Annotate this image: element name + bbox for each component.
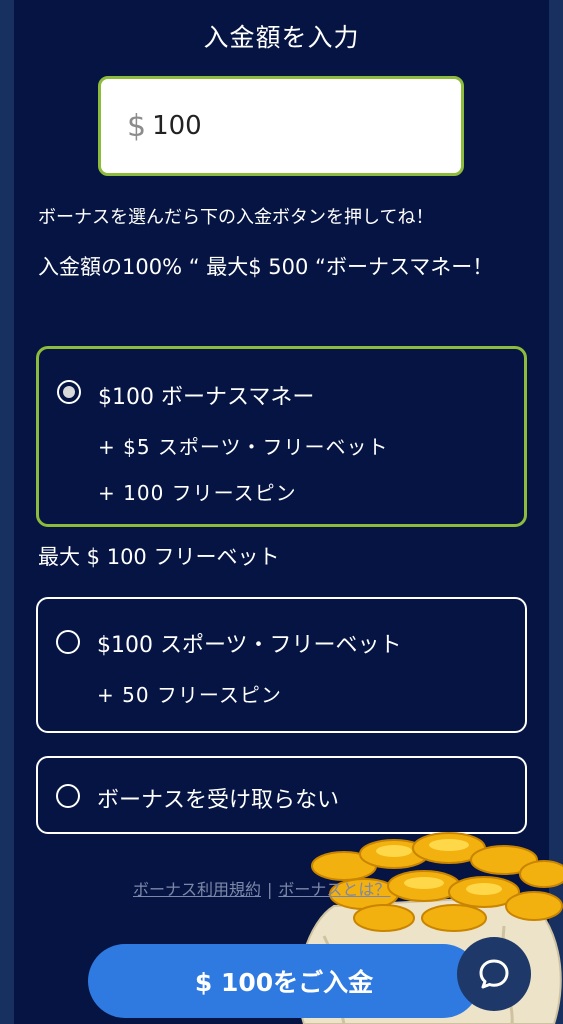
left-edge (0, 0, 14, 1024)
bonus-links: ボーナス利用規約 | ボーナスとは？ (133, 876, 390, 900)
option-detail: + 50 フリースピン (97, 683, 282, 707)
deposit-page: 入金額を入力 $ ボーナスを選んだら下の入金ボタンを押してね！ 入金額の100%… (0, 0, 563, 1024)
bonus-option-none[interactable]: ボーナスを受け取らない (36, 756, 527, 834)
radio-button-selected[interactable] (57, 380, 81, 404)
chat-button[interactable] (457, 937, 531, 1011)
option-detail: + $5 スポーツ・フリーベット (98, 435, 389, 459)
deposit-button[interactable]: $ 100をご入金 (88, 944, 480, 1018)
bonus-max-text: 入金額の100% “ 最大$ 500 “ボーナスマネー！ (38, 255, 494, 279)
radio-button[interactable] (56, 784, 80, 808)
amount-field[interactable]: $ (98, 76, 464, 176)
bonus-option-money[interactable]: $100 ボーナスマネー + $5 スポーツ・フリーベット + 100 フリース… (36, 346, 527, 527)
option-title: $100 スポーツ・フリーベット (97, 633, 402, 658)
bonus-option-freebet[interactable]: $100 スポーツ・フリーベット + 50 フリースピン (36, 597, 527, 733)
currency-symbol: $ (127, 108, 147, 144)
chat-bubble-icon (479, 959, 509, 989)
instruction-text: ボーナスを選んだら下の入金ボタンを押してね！ (38, 207, 434, 228)
bonus-terms-link[interactable]: ボーナス利用規約 (133, 880, 261, 899)
link-separator: | (267, 880, 273, 899)
bonus-about-link[interactable]: ボーナスとは？ (278, 880, 390, 899)
option-title: $100 ボーナスマネー (98, 385, 315, 410)
option-detail: + 100 フリースピン (98, 481, 297, 505)
option-title: ボーナスを受け取らない (97, 788, 340, 813)
radio-button[interactable] (56, 630, 80, 654)
page-title: 入金額を入力 (203, 23, 360, 52)
freebet-label: 最大 $ 100 フリーベット (38, 545, 280, 569)
amount-input[interactable] (152, 111, 403, 141)
